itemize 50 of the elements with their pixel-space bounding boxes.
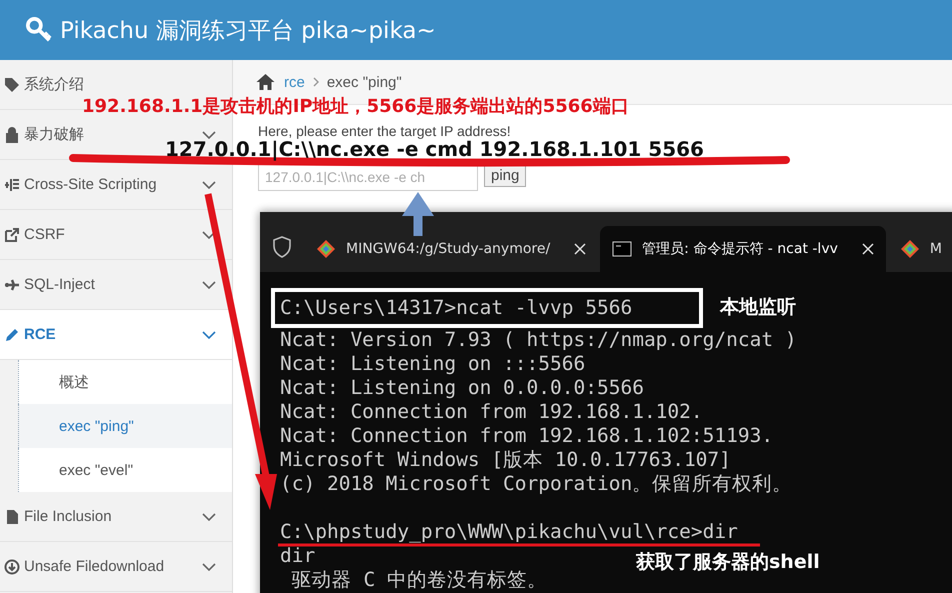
terminal-tab[interactable]: 管理员: 命令提示符 - ncat -lvv [600, 226, 886, 272]
sidebar-item[interactable]: Unsafe Filedownload [24, 558, 164, 575]
terminal-line: Ncat: Version 7.93 ( https://nmap.org/ncat ) [280, 328, 797, 352]
terminal-line: dir [280, 544, 316, 568]
close-icon[interactable] [574, 243, 586, 255]
terminal-line: C:\phpstudy_pro\WWW\pikachu\vul\rce>dir [280, 519, 738, 544]
terminal-line: Ncat: Connection from 192.168.1.102. [280, 400, 703, 424]
sidebar-item[interactable]: 暴力破解 [24, 125, 84, 144]
sidebar-item[interactable]: RCE [24, 326, 56, 343]
annotation-text: 192.168.1.1是攻击机的IP地址，5566是服务端出站的5566端口 [82, 95, 629, 118]
breadcrumb-current: exec "ping" [326, 74, 402, 90]
terminal-line: C:\Users\14317>ncat -lvvp 5566 [280, 296, 632, 320]
console-icon [612, 241, 632, 257]
download-icon [4, 558, 20, 574]
terminal-line: Ncat: Listening on 0.0.0.0:5566 [280, 376, 644, 400]
terminal-line: Ncat: Listening on :::5566 [280, 352, 586, 376]
prompt-text: Here, please enter the target IP address! [258, 123, 512, 139]
terminal-tab[interactable]: M [888, 226, 952, 272]
terminal-line: (c) 2018 Microsoft Corporation。保留所有权利。 [280, 472, 792, 496]
sidebar-item[interactable]: 系统介绍 [24, 75, 84, 94]
shield-icon[interactable] [272, 236, 292, 258]
annotation-text: 本地监听 [720, 295, 796, 320]
terminal-line: 驱动器 C 中的卷没有标签。 [290, 568, 547, 592]
sidebar-item[interactable]: Cross-Site Scripting [24, 176, 157, 193]
lock-icon [4, 126, 20, 142]
submenu-item[interactable]: 概述 [18, 360, 232, 404]
terminal-line: Microsoft Windows [版本 10.0.17763.107] [280, 448, 731, 472]
sidebar-item[interactable]: File Inclusion [24, 508, 112, 525]
terminal-line: Ncat: Connection from 192.168.1.102:51193. [280, 424, 774, 448]
plane-icon [4, 276, 20, 292]
home-icon[interactable] [255, 73, 276, 91]
terminal-tab[interactable]: MINGW64:/g/Study-anymore/ [304, 226, 598, 272]
sidebar-item[interactable]: SQL-Inject [24, 276, 95, 293]
diamond-icon [316, 239, 336, 259]
chevron-right-icon [312, 77, 319, 87]
up-arrow [402, 192, 434, 236]
app-title: Pikachu 漏洞练习平台 pika~pika~ [60, 16, 436, 46]
share-icon [4, 226, 20, 242]
breadcrumb-link[interactable]: rce [284, 74, 305, 90]
pencil-icon [4, 326, 20, 342]
key-icon [26, 17, 52, 43]
annotation-text: 获取了服务器的shell [636, 550, 820, 575]
close-icon[interactable] [862, 243, 874, 255]
submenu-item[interactable]: exec "evel" [18, 448, 232, 492]
file-icon [4, 508, 20, 524]
diamond-icon [900, 239, 920, 259]
sidebar-item[interactable]: CSRF [24, 226, 65, 243]
list-icon [4, 176, 20, 192]
tag-icon [4, 76, 20, 92]
submenu-item[interactable]: exec "ping" [18, 404, 232, 448]
